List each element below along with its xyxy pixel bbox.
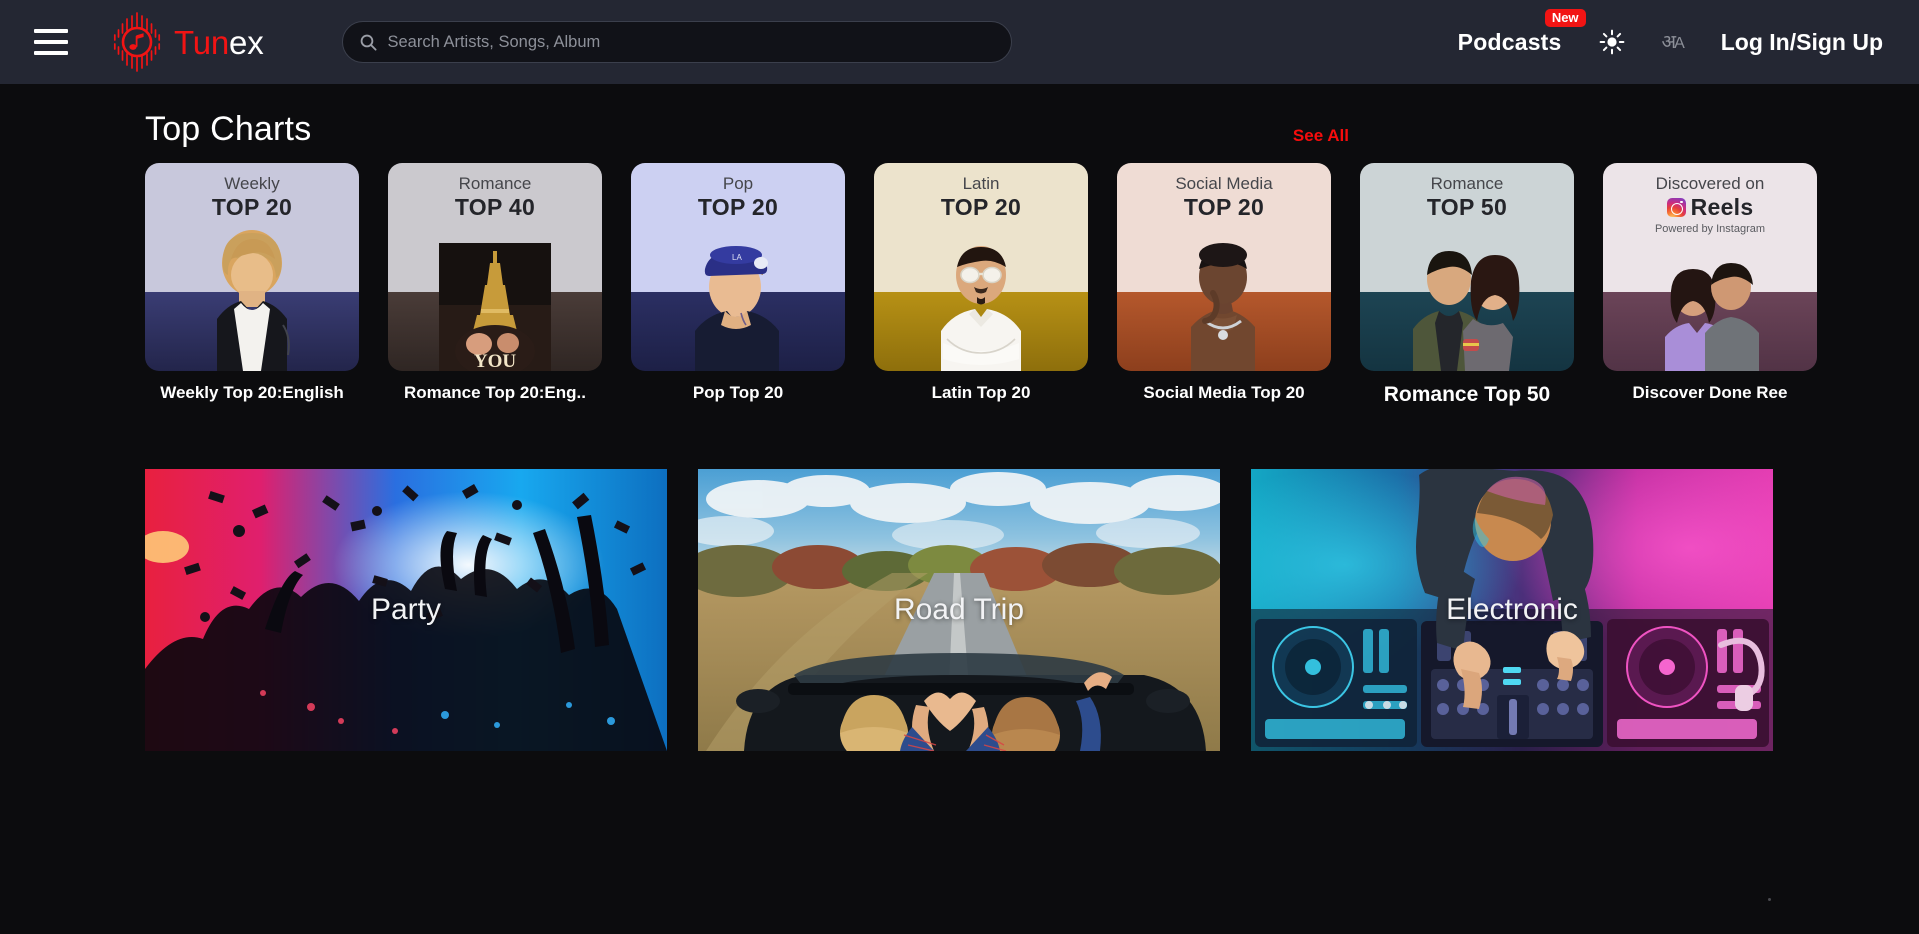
language-latin-glyph: A <box>1674 34 1685 52</box>
thumb-heading: Latin TOP 20 <box>874 173 1088 221</box>
chart-card-label: Discover Done Ree <box>1632 383 1788 402</box>
chart-card-thumbnail: Discovered on Reels Powered by Instagram <box>1603 163 1817 371</box>
thumb-kicker: Romance <box>1430 174 1504 193</box>
podcasts-label: Podcasts <box>1457 28 1562 55</box>
language-toggle-button[interactable]: अ A <box>1662 33 1685 52</box>
chart-card-thumbnail: Latin TOP 20 <box>874 163 1088 371</box>
thumb-rank: TOP 20 <box>1183 194 1265 221</box>
mood-card-electronic[interactable]: Electronic <box>1251 469 1773 751</box>
top-charts-section-header: Top Charts See All <box>0 84 1919 149</box>
thumb-rank: TOP 20 <box>940 194 1022 221</box>
thumb-kicker: Weekly <box>224 174 280 193</box>
thumb-subtitle: Powered by Instagram <box>1654 223 1766 236</box>
mood-card-title: Party <box>370 593 442 626</box>
chart-card-label: Pop Top 20 <box>692 383 784 402</box>
chart-card[interactable]: Latin TOP 20 Latin Top 20 <box>874 163 1117 407</box>
brand-logo[interactable]: Tunex <box>102 7 264 77</box>
login-signup-link[interactable]: Log In/Sign Up <box>1721 29 1883 56</box>
page-footer-dot <box>1768 898 1771 901</box>
hamburger-menu-icon[interactable] <box>34 29 68 55</box>
chart-card-thumbnail: Romance TOP 40 YOU <box>388 163 602 371</box>
hamburger-bar <box>34 29 68 33</box>
thumb-rank: TOP 20 <box>697 194 779 221</box>
top-header: Tunex Podcasts New <box>0 0 1919 84</box>
chart-card[interactable]: Weekly TOP 20 Weekly Top 20:English <box>145 163 388 407</box>
search-icon <box>360 34 377 51</box>
brand-wordmark: Tunex <box>174 26 264 59</box>
couple-photo <box>1413 251 1520 371</box>
chart-card-label: Latin Top 20 <box>931 383 1031 402</box>
audio-wave-music-note-icon <box>113 12 161 72</box>
thumb-heading: Social Media TOP 20 <box>1117 173 1331 221</box>
thumb-kicker: Pop <box>722 174 754 193</box>
chart-card[interactable]: Romance TOP 50 Romance Top 50 <box>1360 163 1603 407</box>
chart-card-thumbnail: Weekly TOP 20 <box>145 163 359 371</box>
chart-card-label: Romance Top 20:Eng.. <box>404 383 586 402</box>
album-art-eiffel-tower: YOU <box>439 243 551 371</box>
chart-card-thumbnail: Romance TOP 50 <box>1360 163 1574 371</box>
thumb-heading: Discovered on Reels Powered by Instagram <box>1603 173 1817 235</box>
header-actions: Podcasts New अ A Log In/Sign Up <box>1457 8 1919 56</box>
thumb-heading: Romance TOP 50 <box>1360 173 1574 221</box>
couple-photo <box>1665 263 1759 371</box>
theme-toggle-button[interactable] <box>1598 28 1626 56</box>
svg-text:LA: LA <box>732 253 742 262</box>
artist-photo <box>941 246 1021 371</box>
hamburger-bar <box>34 40 68 44</box>
svg-text:YOU: YOU <box>474 351 517 371</box>
thumb-rank: Reels <box>1690 194 1754 221</box>
instagram-icon <box>1666 198 1686 218</box>
chart-card[interactable]: Pop TOP 20 LA Pop Top 20 <box>631 163 874 407</box>
page-title: Top Charts <box>145 110 312 148</box>
chart-card-label: Romance Top 50 <box>1383 383 1551 406</box>
thumb-heading: Romance TOP 40 <box>388 173 602 221</box>
thumb-heading: Pop TOP 20 <box>631 173 845 221</box>
chart-card[interactable]: Social Media TOP 20 Social Media Top 20 <box>1117 163 1360 407</box>
thumb-kicker: Discovered on <box>1655 174 1765 193</box>
see-all-link[interactable]: See All <box>1293 126 1349 146</box>
podcasts-nav-link[interactable]: Podcasts New <box>1457 8 1586 56</box>
hamburger-bar <box>34 51 68 55</box>
sun-icon <box>1599 29 1624 55</box>
thumb-kicker: Romance <box>458 174 532 193</box>
artist-photo <box>1191 243 1255 371</box>
chart-card-thumbnail: Social Media TOP 20 <box>1117 163 1331 371</box>
mood-card-title: Electronic <box>1446 593 1578 626</box>
thumb-rank: TOP 20 <box>211 194 293 221</box>
chart-card[interactable]: Romance TOP 40 YOU Romance Top 20:Eng.. <box>388 163 631 407</box>
podcasts-new-badge: New <box>1544 8 1586 27</box>
brand-text-secondary: ex <box>229 23 264 61</box>
artist-photo: LA <box>695 246 779 371</box>
brand-text-primary: Tun <box>174 23 230 61</box>
chart-card-label: Weekly Top 20:English <box>160 383 344 402</box>
thumb-rank: TOP 50 <box>1426 194 1508 221</box>
chart-card-thumbnail: Pop TOP 20 LA <box>631 163 845 371</box>
mood-card-road-trip[interactable]: Road Trip <box>698 469 1220 751</box>
thumb-heading: Weekly TOP 20 <box>145 173 359 221</box>
search-input[interactable] <box>387 32 995 52</box>
artist-photo <box>217 230 290 371</box>
search-bar[interactable] <box>341 21 1012 63</box>
main-content: Top Charts See All Weekly TOP 20 Weekly … <box>0 84 1919 934</box>
chart-card-label: Social Media Top 20 <box>1143 383 1305 402</box>
mood-card-party[interactable]: Party <box>145 469 667 751</box>
thumb-kicker: Latin <box>962 174 1000 193</box>
thumb-rank: TOP 40 <box>454 194 536 221</box>
thumb-kicker: Social Media <box>1175 174 1273 193</box>
top-charts-carousel[interactable]: Weekly TOP 20 Weekly Top 20:English Roma… <box>0 163 1919 407</box>
reels-brand-line: Reels <box>1603 194 1817 221</box>
chart-card[interactable]: Discovered on Reels Powered by Instagram <box>1603 163 1846 407</box>
mood-cards-row: Party Road Trip Electronic <box>0 469 1919 751</box>
mood-card-title: Road Trip <box>893 593 1025 626</box>
